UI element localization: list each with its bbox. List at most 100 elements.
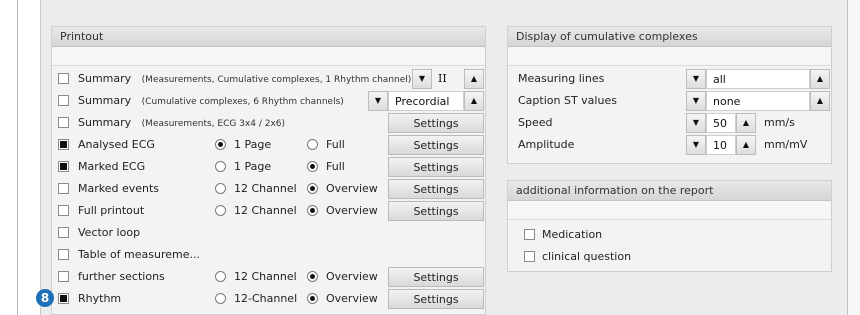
printout-row-analysed-ecg: Analysed ECG 1 Page Full Settings bbox=[52, 134, 485, 156]
row-label: Marked ECG bbox=[78, 160, 146, 173]
option-2-label: Full bbox=[326, 138, 345, 151]
printout-row-summary-3: Summary (Measurements, ECG 3x4 / 2x6) Se… bbox=[52, 112, 485, 134]
dropdown-down-button[interactable]: ▼ bbox=[412, 69, 432, 89]
settings-button[interactable]: Settings bbox=[388, 113, 484, 133]
row-sublabel: (Measurements, ECG 3x4 / 2x6) bbox=[141, 119, 286, 129]
radio-option-1[interactable] bbox=[215, 271, 226, 282]
cumulative-complexes-panel: Display of cumulative complexes Measurin… bbox=[507, 26, 832, 164]
printout-row-full-printout: Full printout 12 Channel Overview Settin… bbox=[52, 200, 485, 222]
radio-option-2[interactable] bbox=[307, 205, 318, 216]
dropdown-down-button[interactable]: ▼ bbox=[686, 69, 706, 89]
radio-option-1[interactable] bbox=[215, 139, 226, 150]
checkbox[interactable] bbox=[58, 73, 69, 84]
amplitude-unit: mm/mV bbox=[764, 138, 808, 151]
radio-option-2[interactable] bbox=[307, 183, 318, 194]
printout-row-summary-2: Summary (Cumulative complexes, 6 Rhythm … bbox=[52, 90, 485, 112]
medication-checkbox[interactable] bbox=[524, 229, 535, 240]
medication-row: Medication bbox=[508, 224, 831, 246]
speed-unit: mm/s bbox=[764, 116, 795, 129]
speed-label: Speed bbox=[518, 116, 553, 129]
settings-button[interactable]: Settings bbox=[388, 157, 484, 177]
panel-spacer bbox=[508, 201, 831, 220]
printout-row-marked-events: Marked events 12 Channel Overview Settin… bbox=[52, 178, 485, 200]
radio-option-2[interactable] bbox=[307, 293, 318, 304]
channel-select[interactable]: II bbox=[432, 69, 464, 89]
dropdown-down-button[interactable]: ▼ bbox=[686, 91, 706, 111]
option-2-label: Overview bbox=[326, 204, 378, 217]
measuring-lines-select[interactable]: all bbox=[706, 69, 810, 89]
radio-option-2[interactable] bbox=[307, 161, 318, 172]
amplitude-row: Amplitude ▼ 10 ▲ mm/mV bbox=[508, 134, 831, 156]
amplitude-input[interactable]: 10 bbox=[706, 135, 736, 155]
option-2-label: Overview bbox=[326, 270, 378, 283]
option-1-label: 12 Channel bbox=[234, 182, 297, 195]
increment-button[interactable]: ▲ bbox=[736, 135, 756, 155]
additional-title: additional information on the report bbox=[508, 181, 831, 201]
radio-option-1[interactable] bbox=[215, 205, 226, 216]
dropdown-down-button[interactable]: ▼ bbox=[368, 91, 388, 111]
row-label: Table of measureme... bbox=[78, 248, 200, 261]
option-2-label: Overview bbox=[326, 182, 378, 195]
speed-input[interactable]: 50 bbox=[706, 113, 736, 133]
option-1-label: 12-Channel bbox=[234, 292, 298, 305]
settings-button[interactable]: Settings bbox=[388, 179, 484, 199]
row-label: Summary (Measurements, ECG 3x4 / 2x6) bbox=[78, 116, 286, 129]
screen-frame: Printout Summary (Measurements, Cumulati… bbox=[0, 0, 860, 315]
settings-button[interactable]: Settings bbox=[388, 289, 484, 309]
printout-row-marked-ecg: Marked ECG 1 Page Full Settings bbox=[52, 156, 485, 178]
radio-option-1[interactable] bbox=[215, 183, 226, 194]
checkbox[interactable] bbox=[58, 271, 69, 282]
row-label: Full printout bbox=[78, 204, 145, 217]
row-label: Analysed ECG bbox=[78, 138, 155, 151]
callout-badge: 8 bbox=[36, 289, 54, 307]
radio-option-2[interactable] bbox=[307, 139, 318, 150]
dropdown-up-button[interactable]: ▲ bbox=[810, 91, 830, 111]
caption-st-select[interactable]: none bbox=[706, 91, 810, 111]
settings-button[interactable]: Settings bbox=[388, 267, 484, 287]
dropdown-up-button[interactable]: ▲ bbox=[464, 69, 484, 89]
settings-button[interactable]: Settings bbox=[388, 135, 484, 155]
row-label: further sections bbox=[78, 270, 165, 283]
measuring-lines-row: Measuring lines ▼ all ▲ bbox=[508, 68, 831, 90]
option-1-label: 12 Channel bbox=[234, 270, 297, 283]
increment-button[interactable]: ▲ bbox=[736, 113, 756, 133]
dropdown-up-button[interactable]: ▲ bbox=[810, 69, 830, 89]
checkbox[interactable] bbox=[58, 183, 69, 194]
clinical-question-checkbox[interactable] bbox=[524, 251, 535, 262]
cumulative-title: Display of cumulative complexes bbox=[508, 27, 831, 47]
radio-option-2[interactable] bbox=[307, 271, 318, 282]
panel-spacer bbox=[508, 47, 831, 66]
checkbox[interactable] bbox=[58, 117, 69, 128]
radio-option-1[interactable] bbox=[215, 293, 226, 304]
dropdown-up-button[interactable]: ▲ bbox=[464, 91, 484, 111]
settings-button[interactable]: Settings bbox=[388, 201, 484, 221]
checkbox[interactable] bbox=[58, 95, 69, 106]
row-label: Marked events bbox=[78, 182, 160, 195]
checkbox[interactable] bbox=[58, 293, 69, 304]
checkbox[interactable] bbox=[58, 161, 69, 172]
clinical-question-label: clinical question bbox=[542, 250, 632, 263]
printout-row-summary-1: Summary (Measurements, Cumulative comple… bbox=[52, 68, 485, 90]
panel-spacer bbox=[52, 47, 485, 66]
printout-row-further-sections: further sections 12 Channel Overview Set… bbox=[52, 266, 485, 288]
checkbox[interactable] bbox=[58, 205, 69, 216]
option-2-label: Overview bbox=[326, 292, 378, 305]
rhythm-select[interactable]: Precordial bbox=[388, 91, 464, 111]
decrement-button[interactable]: ▼ bbox=[686, 135, 706, 155]
checkbox[interactable] bbox=[58, 249, 69, 260]
row-sublabel: (Cumulative complexes, 6 Rhythm channels… bbox=[141, 97, 344, 107]
printout-row-vector-loop: Vector loop bbox=[52, 222, 485, 244]
medication-label: Medication bbox=[542, 228, 603, 241]
amplitude-label: Amplitude bbox=[518, 138, 575, 151]
row-label: Rhythm bbox=[78, 292, 122, 305]
window-edge-line bbox=[17, 0, 18, 315]
printout-title: Printout bbox=[52, 27, 485, 47]
option-1-label: 1 Page bbox=[234, 138, 272, 151]
row-label: Vector loop bbox=[78, 226, 141, 239]
scrollbar[interactable] bbox=[847, 0, 860, 315]
decrement-button[interactable]: ▼ bbox=[686, 113, 706, 133]
radio-option-1[interactable] bbox=[215, 161, 226, 172]
checkbox[interactable] bbox=[58, 139, 69, 150]
checkbox[interactable] bbox=[58, 227, 69, 238]
option-1-label: 1 Page bbox=[234, 160, 272, 173]
